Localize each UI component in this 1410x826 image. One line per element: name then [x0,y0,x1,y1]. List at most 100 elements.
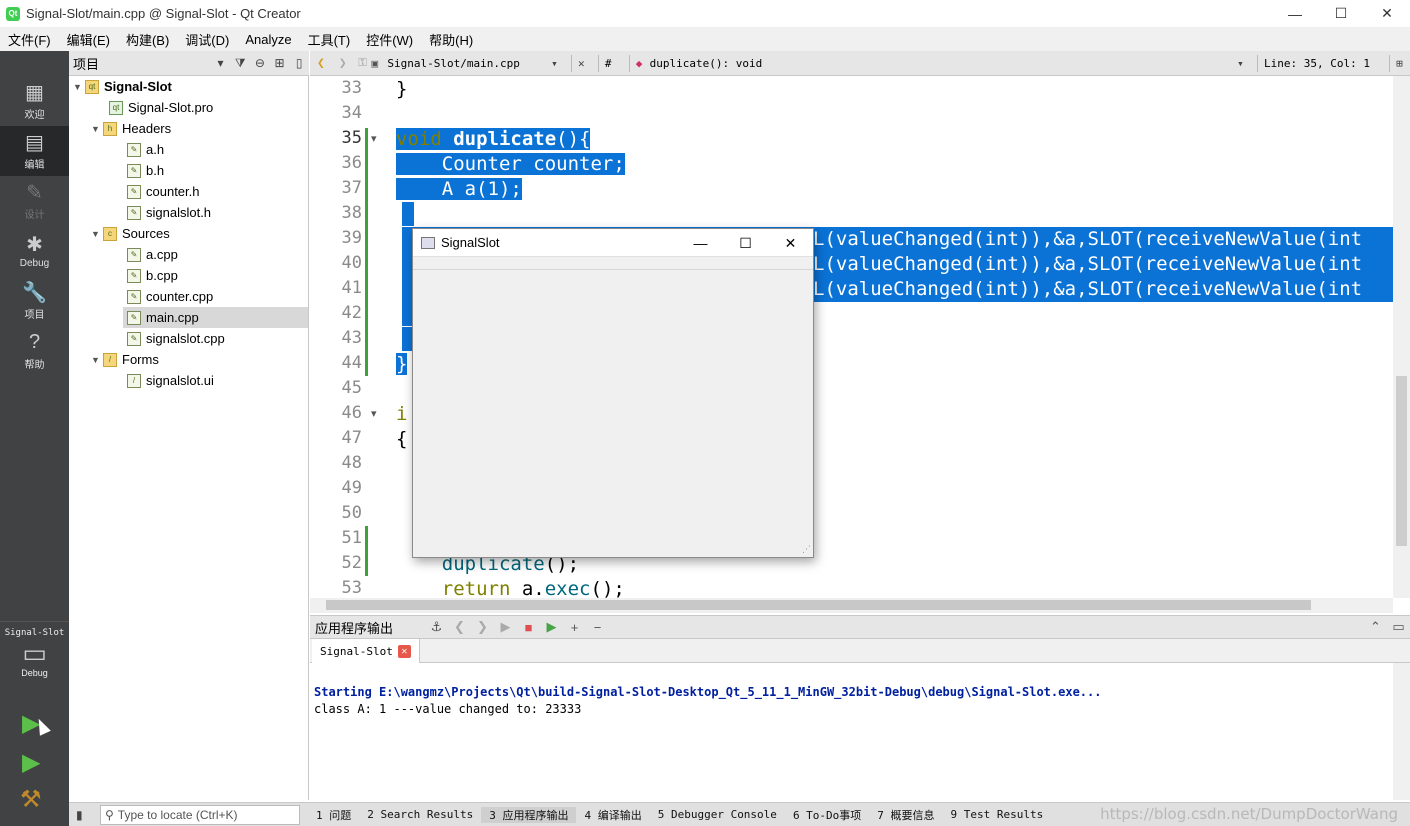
tree-item-file[interactable]: ✎ a.cpp [127,244,178,265]
next-icon[interactable]: ❯ [471,619,494,635]
back-arrow-icon[interactable]: ❮ [310,56,332,71]
scroll-thumb[interactable] [1396,376,1407,546]
close-tab-icon[interactable]: ✕ [397,644,411,658]
function-icon: ◆ [635,56,643,70]
project-view-selector[interactable]: 项目 [73,54,211,73]
minimize-button[interactable]: — [678,229,723,257]
file-icon: ✎ [127,205,141,220]
line-number: 38 [341,203,362,223]
chevron-down-icon[interactable]: ▼ [73,82,85,92]
window-title-bar[interactable]: SignalSlot — ☐ ✕ [413,229,813,257]
menu-debug[interactable]: 调试(D) [177,30,237,49]
close-button[interactable]: ✕ [768,229,813,257]
tab-debugger-console[interactable]: 5 Debugger Console [650,808,785,821]
mode-projects[interactable]: 🔧 项目 [0,276,69,326]
tree-item-pro[interactable]: qt Signal-Slot.pro [109,97,213,118]
rerun-icon[interactable]: ▶ [494,619,517,635]
line-number: 53 [341,578,362,598]
stop-icon[interactable]: ■ [517,620,540,635]
chevron-down-icon[interactable]: ▾ [1237,57,1251,70]
locator-input[interactable]: ⚲ Type to locate (Ctrl+K) [100,804,300,825]
zoom-in-icon[interactable]: + [563,620,586,635]
chevron-down-icon[interactable]: ▾ [551,57,565,70]
build-button[interactable]: ⚒ [20,785,42,814]
filter-icon[interactable]: ⧩ [230,56,250,71]
window-client-area [413,269,813,557]
tree-item-file[interactable]: ✎ counter.h [127,181,200,202]
open-file-selector[interactable]: Signal-Slot/main.cpp [387,57,551,70]
tree-item-file[interactable]: ✎ a.h [127,139,164,160]
help-icon: ? [28,331,41,353]
kit-selector[interactable]: Signal-Slot ▭ Debug [0,621,69,696]
tree-item-headers[interactable]: ▼ h Headers [91,118,171,139]
tree-item-file[interactable]: ✎ b.cpp [127,265,178,286]
tree-item-forms[interactable]: ▼ / Forms [91,349,159,370]
menu-edit[interactable]: 编辑(E) [59,30,118,49]
tab-issues[interactable]: 1 问题 [308,807,359,823]
signalslot-window[interactable]: SignalSlot — ☐ ✕ ⋰ [412,228,814,558]
tree-item-file-selected[interactable]: ✎ main.cpp [123,307,308,328]
attach-icon[interactable]: ⚓ [425,619,448,635]
debug-run-icon[interactable]: ▶ [540,619,563,635]
minimize-button[interactable]: — [1272,0,1318,27]
tree-item-project[interactable]: ▼ qt Signal-Slot [73,76,172,97]
menu-analyze[interactable]: Analyze [237,32,299,47]
chevron-down-icon[interactable]: ▼ [91,229,103,239]
menu-help[interactable]: 帮助(H) [421,30,481,49]
menu-file[interactable]: 文件(F) [0,30,59,49]
tree-item-file[interactable]: ✎ counter.cpp [127,286,213,307]
tab-application-output[interactable]: 3 应用程序输出 [481,806,577,823]
output-tab[interactable]: Signal-Slot ✕ [312,639,420,663]
tree-item-sources[interactable]: ▼ c Sources [91,223,170,244]
tree-item-file[interactable]: ✎ signalslot.h [127,202,211,223]
file-icon: ✎ [127,289,141,304]
close-button[interactable]: ✕ [1364,0,1410,27]
tree-item-file[interactable]: / signalslot.ui [127,370,214,391]
maximize-pane-icon[interactable]: ⌃ [1364,619,1387,635]
debug-run-button[interactable]: ▶ [22,748,40,777]
vertical-scrollbar[interactable] [1393,76,1410,598]
maximize-button[interactable]: ☐ [723,229,768,257]
split-icon[interactable]: ⊞ [270,56,290,70]
link-icon[interactable]: ⊖ [250,56,270,70]
split-icon[interactable]: ⊞ [1396,57,1410,70]
resize-grip-icon[interactable]: ⋰ [802,544,811,555]
application-output[interactable]: Starting E:\wangmz\Projects\Qt\build-Sig… [310,663,1410,800]
file-icon: ✎ [127,310,141,325]
fold-arrow-icon[interactable]: ▾ [371,407,377,420]
vertical-scrollbar[interactable] [1393,663,1410,800]
line-number: 39 [341,228,362,248]
mode-help[interactable]: ? 帮助 [0,326,69,376]
fold-arrow-icon[interactable]: ▾ [371,132,377,145]
tab-compile-output[interactable]: 4 编译输出 [576,807,649,823]
menu-widgets[interactable]: 控件(W) [358,30,421,49]
scroll-thumb[interactable] [326,600,1311,610]
prev-icon[interactable]: ❮ [448,619,471,635]
mode-design[interactable]: ✎ 设计 [0,176,69,226]
chevron-down-icon[interactable]: ▼ [91,124,103,134]
menu-build[interactable]: 构建(B) [118,30,177,49]
cursor-position[interactable]: Line: 35, Col: 1 [1264,57,1383,70]
symbol-selector[interactable]: duplicate(): void [650,57,1237,70]
horizontal-scrollbar[interactable] [310,598,1393,613]
tree-item-file[interactable]: ✎ signalslot.cpp [127,328,225,349]
tree-item-file[interactable]: ✎ b.h [127,160,164,181]
tab-test-results[interactable]: 9 Test Results [943,808,1052,821]
chevron-down-icon[interactable]: ▼ [91,355,103,365]
close-pane-icon[interactable]: ▭ [1387,619,1410,635]
tab-todo[interactable]: 6 To-Do事项 [785,807,869,823]
tab-general-messages[interactable]: 7 概要信息 [869,807,942,823]
output-tabs: Signal-Slot ✕ [310,639,1410,663]
mode-edit[interactable]: ▤ 编辑 [0,126,69,176]
menu-tools[interactable]: 工具(T) [300,30,359,49]
tab-search-results[interactable]: 2 Search Results [359,808,481,821]
close-pane-icon[interactable]: ▯ [289,56,309,70]
toggle-sidebar-icon[interactable]: ▮ [76,808,83,822]
mode-welcome[interactable]: ▦ 欢迎 [0,76,69,126]
forward-arrow-icon[interactable]: ❯ [332,56,354,71]
maximize-button[interactable]: ☐ [1318,0,1364,27]
chevron-down-icon[interactable]: ▾ [211,56,231,70]
close-file-icon[interactable]: ✕ [578,57,592,70]
zoom-out-icon[interactable]: − [586,620,609,635]
mode-debug[interactable]: ✱ Debug [0,226,69,276]
